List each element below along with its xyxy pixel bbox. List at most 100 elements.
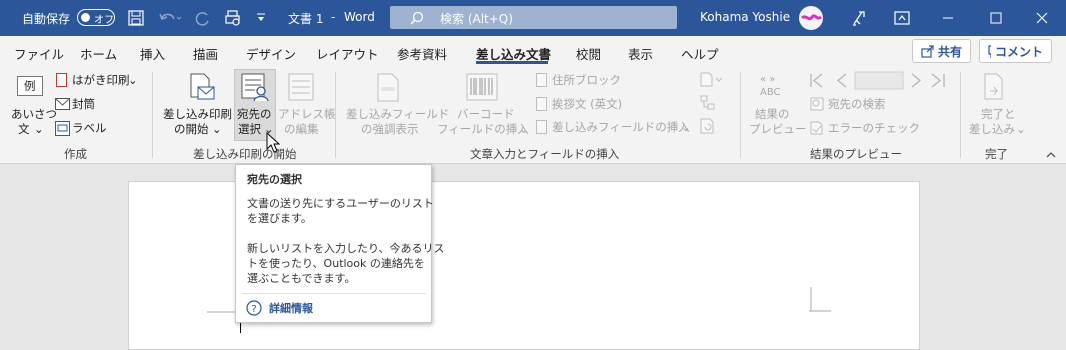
update-labels-icon bbox=[700, 118, 714, 134]
chevron-down-icon: ⌄ bbox=[212, 122, 222, 136]
share-label: 共有 bbox=[937, 44, 962, 59]
match-fields-icon bbox=[700, 95, 715, 110]
greeting-button-line1[interactable]: あいさつ bbox=[11, 107, 57, 122]
tab-insert[interactable]: 挿入 bbox=[140, 44, 165, 63]
edit-recipient-list-line1: アドレス帳 bbox=[278, 107, 336, 121]
preview-results-line1: 結果の bbox=[755, 107, 790, 121]
preview-abc: ABC bbox=[760, 87, 781, 98]
group-divider bbox=[960, 72, 961, 158]
greeting-button-line2[interactable]: 文 bbox=[18, 122, 30, 137]
chevron-down-icon: ⌄ bbox=[681, 120, 691, 134]
tooltip-title: 宛先の選択 bbox=[247, 173, 302, 186]
group-finish-label: 完了 bbox=[985, 147, 1008, 161]
search-box[interactable]: 検索 (Alt+Q) bbox=[390, 6, 677, 29]
chevron-down-icon: ⌄ bbox=[34, 122, 44, 136]
search-placeholder: 検索 (Alt+Q) bbox=[440, 12, 513, 26]
margin-mark-top-right bbox=[809, 287, 831, 312]
select-recipients-line1: 宛先の bbox=[237, 107, 272, 121]
maximize-icon bbox=[990, 12, 1002, 24]
highlight-fields-line1: 差し込みフィールド bbox=[346, 107, 450, 121]
insert-merge-field-icon bbox=[536, 120, 547, 134]
minimize-icon bbox=[943, 17, 953, 19]
close-icon bbox=[1036, 12, 1048, 24]
margin-mark-top-left bbox=[207, 311, 235, 313]
group-insert-label: 文章入力とフィールドの挿入 bbox=[470, 147, 620, 161]
chevron-down-icon: ⌄ bbox=[519, 122, 529, 136]
check-errors-icon bbox=[810, 121, 823, 135]
tab-file[interactable]: ファイル bbox=[14, 44, 64, 63]
finish-merge-line2: 差し込み bbox=[969, 122, 1015, 136]
chevron-down-icon: ⌄ bbox=[128, 73, 138, 87]
highlight-fields-line2: の強調表示 bbox=[361, 122, 419, 136]
ribbon-display-options-icon[interactable] bbox=[894, 11, 910, 25]
tab-home[interactable]: ホーム bbox=[80, 44, 117, 63]
find-recipient-button: 宛先の検索 bbox=[828, 97, 886, 111]
tooltip-p1-line1: 文書の送り先にするユーザーのリスト bbox=[247, 197, 434, 210]
preview-results-line2: プレビュー bbox=[749, 122, 807, 136]
tooltip-divider bbox=[242, 293, 426, 294]
print-preview-icon[interactable] bbox=[224, 9, 242, 27]
maximize-button[interactable] bbox=[972, 0, 1020, 36]
share-icon bbox=[921, 45, 934, 58]
autosave-state: オフ bbox=[94, 15, 114, 26]
group-preview-label: 結果のプレビュー bbox=[810, 147, 902, 161]
check-errors-button: エラーのチェック bbox=[828, 121, 920, 135]
greeting-sample-text: 例 bbox=[24, 79, 36, 93]
user-name[interactable]: Kohama Yoshie bbox=[700, 10, 790, 24]
redo-icon[interactable] bbox=[195, 10, 211, 26]
tab-help[interactable]: ヘルプ bbox=[681, 44, 719, 63]
svg-text:?: ? bbox=[251, 304, 256, 315]
address-block-icon bbox=[536, 73, 547, 87]
minimize-button[interactable] bbox=[924, 0, 972, 36]
postcard-icon bbox=[56, 73, 67, 87]
group-start-label: 差し込み印刷の開始 bbox=[193, 147, 297, 161]
undo-icon[interactable] bbox=[158, 10, 182, 26]
chevron-down-icon: ⌄ bbox=[1016, 122, 1026, 136]
tab-draw[interactable]: 描画 bbox=[193, 44, 218, 63]
comments-button[interactable]: コメント bbox=[979, 39, 1052, 63]
barcode-field-line1: バーコード bbox=[457, 107, 515, 121]
active-tab-underline bbox=[476, 61, 548, 64]
avatar[interactable] bbox=[799, 6, 823, 30]
tooltip-more-info-link[interactable]: 詳細情報 bbox=[269, 301, 313, 316]
title-separator: - bbox=[331, 10, 336, 24]
title-bar: 自動保存 オフ 文書 1 - Word 検索 (Alt+Q) Kohama Yo… bbox=[0, 0, 1066, 36]
comments-label: コメント bbox=[994, 44, 1043, 59]
tab-review[interactable]: 校閲 bbox=[576, 44, 601, 63]
labels-button[interactable]: ラベル bbox=[72, 121, 107, 136]
tooltip: 宛先の選択 文書の送り先にするユーザーのリスト を選びます。 新しいリストを入力… bbox=[235, 164, 445, 323]
tab-references[interactable]: 参考資料 bbox=[397, 44, 447, 63]
save-icon[interactable] bbox=[128, 10, 144, 26]
envelope-icon bbox=[55, 98, 70, 110]
barcode-icon bbox=[466, 73, 498, 101]
tooltip-p1-line2: を選びます。 bbox=[247, 212, 312, 225]
rules-icon bbox=[700, 72, 723, 87]
tab-design[interactable]: デザイン bbox=[246, 44, 296, 63]
highlight-fields-icon bbox=[377, 73, 399, 102]
coauthoring-icon[interactable] bbox=[850, 8, 868, 28]
tab-layout[interactable]: レイアウト bbox=[316, 44, 379, 63]
tab-view[interactable]: 表示 bbox=[628, 44, 653, 63]
mouse-pointer-icon bbox=[266, 132, 280, 153]
start-mail-merge-line1[interactable]: 差し込み印刷 bbox=[163, 107, 232, 122]
app-name: Word bbox=[344, 10, 375, 24]
share-button[interactable]: 共有 bbox=[912, 39, 971, 63]
help-icon: ? bbox=[246, 300, 262, 316]
greeting-line-icon bbox=[536, 97, 547, 111]
group-divider bbox=[152, 72, 153, 158]
tooltip-p2-line2: トを使ったり、Outlook の連絡先を bbox=[247, 257, 425, 270]
postcard-button[interactable]: はがき印刷 bbox=[72, 73, 130, 88]
group-divider bbox=[335, 72, 336, 158]
document-title: 文書 1 bbox=[288, 12, 324, 26]
envelope-button[interactable]: 封筒 bbox=[72, 97, 95, 112]
start-mail-merge-line2[interactable]: の開始 bbox=[174, 122, 209, 137]
group-divider bbox=[740, 72, 741, 158]
collapse-ribbon-icon[interactable] bbox=[1045, 150, 1057, 160]
insert-merge-field-button: 差し込みフィールドの挿入 bbox=[552, 120, 690, 134]
autosave-toggle[interactable]: オフ bbox=[77, 9, 115, 26]
record-navigation bbox=[810, 71, 945, 90]
customize-qat-icon[interactable] bbox=[256, 12, 266, 24]
barcode-field-line2: フィールドの挿入 bbox=[437, 122, 529, 136]
comment-icon bbox=[988, 45, 991, 58]
close-button[interactable] bbox=[1018, 0, 1066, 36]
